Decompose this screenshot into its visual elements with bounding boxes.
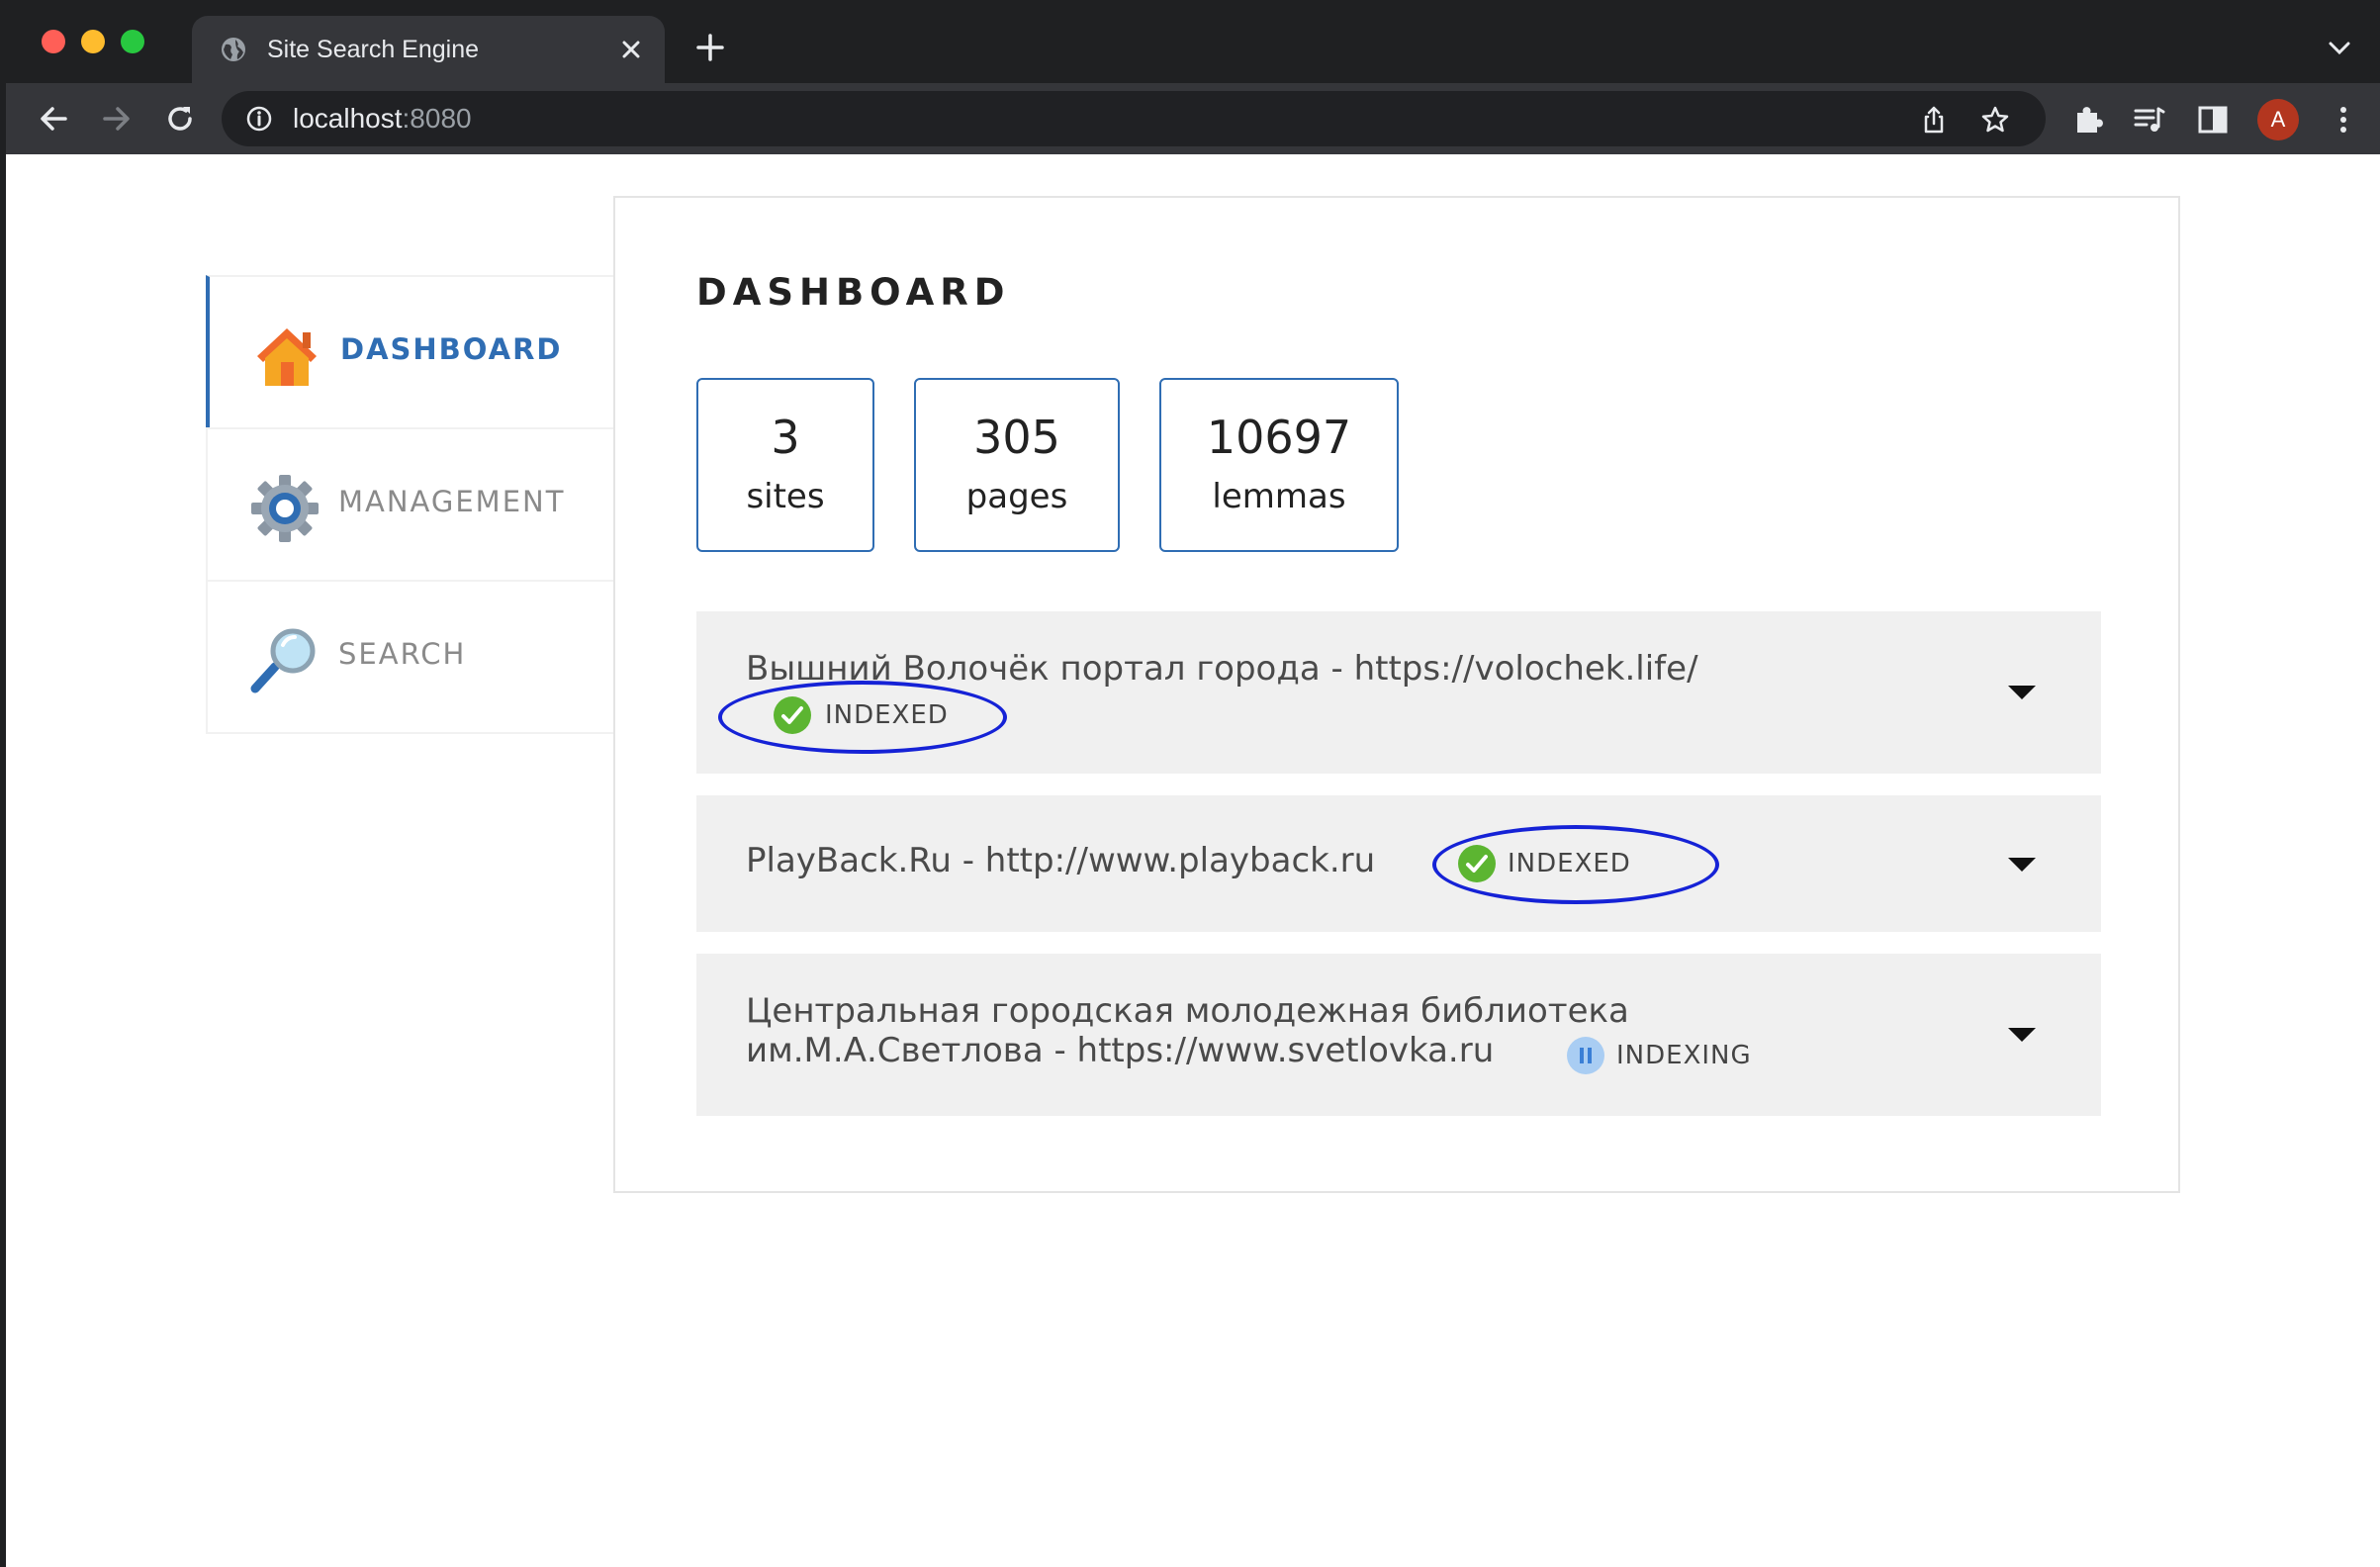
minimize-window-button[interactable] (81, 30, 105, 53)
stat-label: lemmas (1212, 477, 1346, 516)
kebab-menu-icon[interactable] (2327, 103, 2360, 137)
magnifier-icon (250, 628, 316, 693)
site-name: PlayBack.Ru - http://www.playback.ru (746, 841, 1376, 880)
sidebar-nav: DASHBOARD MANAGEMENT SEARCH (206, 275, 617, 734)
bookmark-star-icon[interactable] (1980, 105, 2010, 135)
forward-arrow-icon[interactable] (99, 101, 135, 137)
dashboard-panel: DASHBOARD 3 sites 305 pages 10697 lemmas… (613, 196, 2180, 1193)
pause-circle-icon (1567, 1037, 1604, 1074)
share-icon[interactable] (1919, 105, 1949, 135)
browser-window: Site Search Engine localhost:8080 A DASH… (6, 0, 2380, 1567)
site-row[interactable]: Вышний Волочёк портал города - https://v… (696, 611, 2101, 774)
url-text: localhost:8080 (293, 103, 472, 135)
back-arrow-icon[interactable] (36, 101, 71, 137)
info-icon[interactable] (245, 105, 273, 133)
side-panel-icon[interactable] (2196, 103, 2230, 137)
site-name: Центральная городская молодежная библиот… (746, 991, 1629, 1031)
site-name-line2: им.М.А.Светлова - https://www.svetlovka.… (746, 1031, 1495, 1070)
url-host: localhost (293, 103, 403, 134)
browser-tab[interactable]: Site Search Engine (192, 16, 665, 83)
stat-card-lemmas: 10697 lemmas (1159, 378, 1399, 552)
close-window-button[interactable] (42, 30, 65, 53)
caret-down-icon[interactable] (2006, 683, 2038, 702)
annotation-ellipse (1432, 825, 1719, 904)
stat-card-pages: 305 pages (914, 378, 1120, 552)
extensions-puzzle-icon[interactable] (2071, 103, 2105, 137)
house-icon (257, 328, 317, 386)
sidebar-item-search[interactable]: SEARCH (206, 580, 617, 734)
stat-value: 10697 (1206, 411, 1352, 464)
stat-label: sites (746, 477, 825, 516)
page-title: DASHBOARD (696, 271, 1011, 314)
stat-value: 305 (973, 411, 1060, 464)
address-bar[interactable]: localhost:8080 (222, 91, 2046, 146)
tab-title: Site Search Engine (267, 36, 480, 63)
page-content: DASHBOARD MANAGEMENT SEARCH DASHBOARD 3 … (6, 154, 2380, 1567)
caret-down-icon[interactable] (2006, 1025, 2038, 1045)
close-icon[interactable] (617, 36, 645, 63)
stat-label: pages (965, 477, 1068, 516)
sidebar-item-label: DASHBOARD (340, 332, 563, 366)
new-tab-plus-icon[interactable] (694, 32, 726, 63)
maximize-window-button[interactable] (121, 30, 144, 53)
site-row[interactable]: Центральная городская молодежная библиот… (696, 954, 2101, 1116)
browser-toolbar: localhost:8080 A (6, 83, 2380, 154)
stat-card-sites: 3 sites (696, 378, 874, 552)
annotation-ellipse (718, 681, 1007, 754)
sidebar-item-label: SEARCH (338, 637, 467, 671)
globe-icon (222, 38, 245, 61)
site-row[interactable]: PlayBack.Ru - http://www.playback.ru IND… (696, 795, 2101, 932)
caret-down-icon[interactable] (2006, 855, 2038, 875)
url-port: :8080 (402, 103, 472, 134)
chevron-down-icon[interactable] (2327, 36, 2352, 61)
status-badge: INDEXING (1616, 1041, 1752, 1070)
profile-avatar[interactable]: A (2257, 99, 2299, 140)
reload-icon[interactable] (162, 101, 198, 137)
stat-value: 3 (771, 411, 800, 464)
tab-strip: Site Search Engine (6, 0, 2380, 83)
reading-list-icon[interactable] (2133, 103, 2166, 137)
sidebar-item-dashboard[interactable]: DASHBOARD (206, 275, 617, 427)
gear-icon (251, 475, 319, 542)
sidebar-item-management[interactable]: MANAGEMENT (206, 427, 617, 580)
sidebar-item-label: MANAGEMENT (338, 485, 566, 518)
